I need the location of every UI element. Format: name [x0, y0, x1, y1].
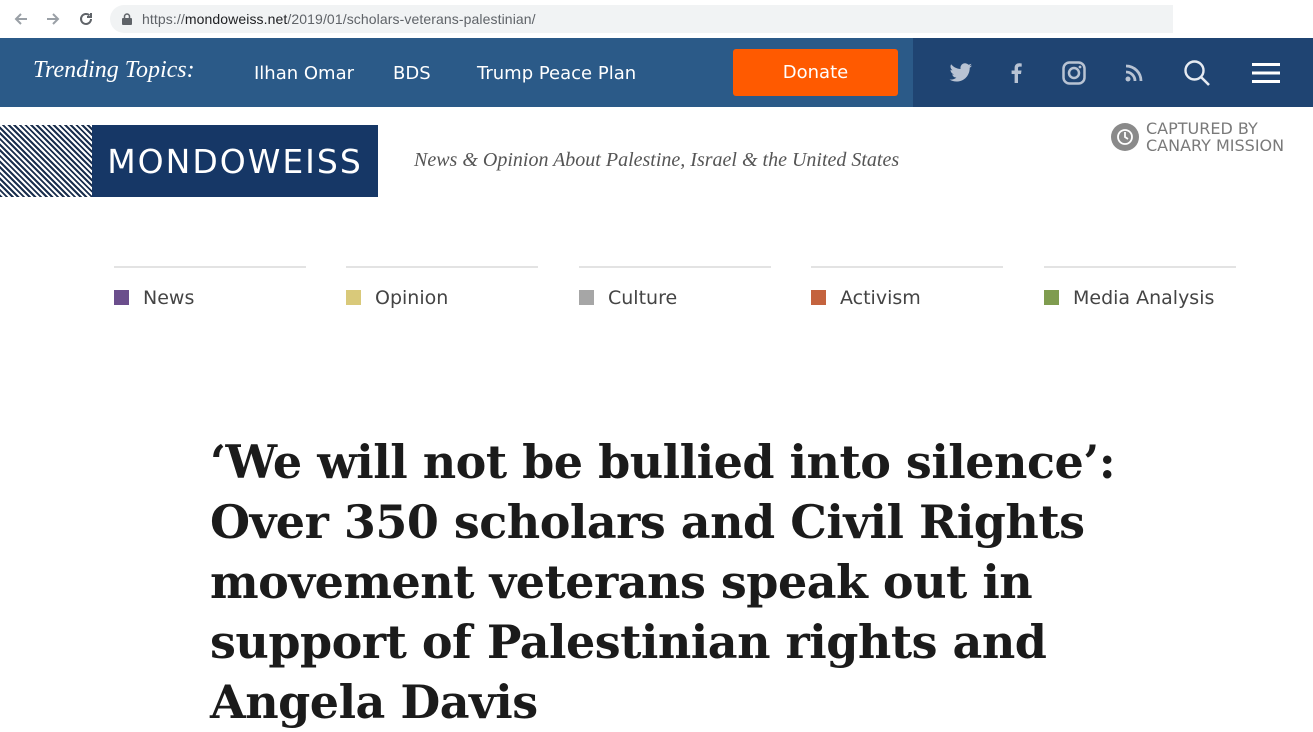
category-label: Culture [608, 287, 678, 309]
rss-icon[interactable] [1120, 59, 1148, 87]
category-label: Media Analysis [1073, 287, 1215, 309]
trending-link-bds[interactable]: BDS [393, 63, 431, 84]
category-culture[interactable]: Culture [579, 266, 771, 318]
category-color-square [811, 290, 826, 305]
trending-link-ilhan-omar[interactable]: Ilhan Omar [254, 63, 354, 84]
url-text: https://mondoweiss.net/2019/01/scholars-… [142, 11, 536, 27]
trending-bar: Trending Topics: Ilhan Omar BDS Trump Pe… [0, 38, 1313, 107]
address-bar[interactable]: https://mondoweiss.net/2019/01/scholars-… [110, 5, 1173, 33]
article-headline: ‘We will not be bullied into silence’: O… [210, 435, 1116, 729]
back-icon[interactable] [11, 9, 31, 29]
search-icon[interactable] [1183, 59, 1211, 87]
canary-logo-icon [1111, 123, 1139, 151]
trending-label: Trending Topics: [33, 57, 195, 83]
lock-icon [122, 13, 132, 25]
category-label: News [143, 287, 195, 309]
reload-icon[interactable] [76, 9, 96, 29]
forward-icon[interactable] [43, 9, 63, 29]
browser-toolbar: https://mondoweiss.net/2019/01/scholars-… [0, 0, 1313, 39]
trending-link-trump-peace-plan[interactable]: Trump Peace Plan [477, 63, 636, 84]
menu-icon[interactable] [1252, 59, 1280, 87]
social-icon-bar [913, 38, 1313, 107]
category-color-square [579, 290, 594, 305]
site-tagline: News & Opinion About Palestine, Israel &… [414, 149, 900, 171]
instagram-icon[interactable] [1060, 59, 1088, 87]
site-logo[interactable]: MONDOWEISS [92, 125, 378, 197]
category-label: Activism [840, 287, 921, 309]
donate-button[interactable]: Donate [733, 49, 898, 96]
logo-stripes [0, 125, 92, 197]
category-color-square [114, 290, 129, 305]
category-label: Opinion [375, 287, 449, 309]
facebook-icon[interactable] [1002, 59, 1030, 87]
canary-badge-line2: CANARY MISSION [1146, 136, 1285, 155]
category-opinion[interactable]: Opinion [346, 266, 538, 318]
canary-mission-badge[interactable]: CAPTURED BY CANARY MISSION [1111, 119, 1301, 155]
category-color-square [1044, 290, 1059, 305]
site-logo-text: MONDOWEISS [107, 141, 363, 181]
canary-badge-line1: CAPTURED BY [1146, 119, 1258, 138]
category-media-analysis[interactable]: Media Analysis [1044, 266, 1236, 318]
twitter-icon[interactable] [947, 59, 975, 87]
category-news[interactable]: News [114, 266, 306, 318]
category-activism[interactable]: Activism [811, 266, 1003, 318]
category-color-square [346, 290, 361, 305]
